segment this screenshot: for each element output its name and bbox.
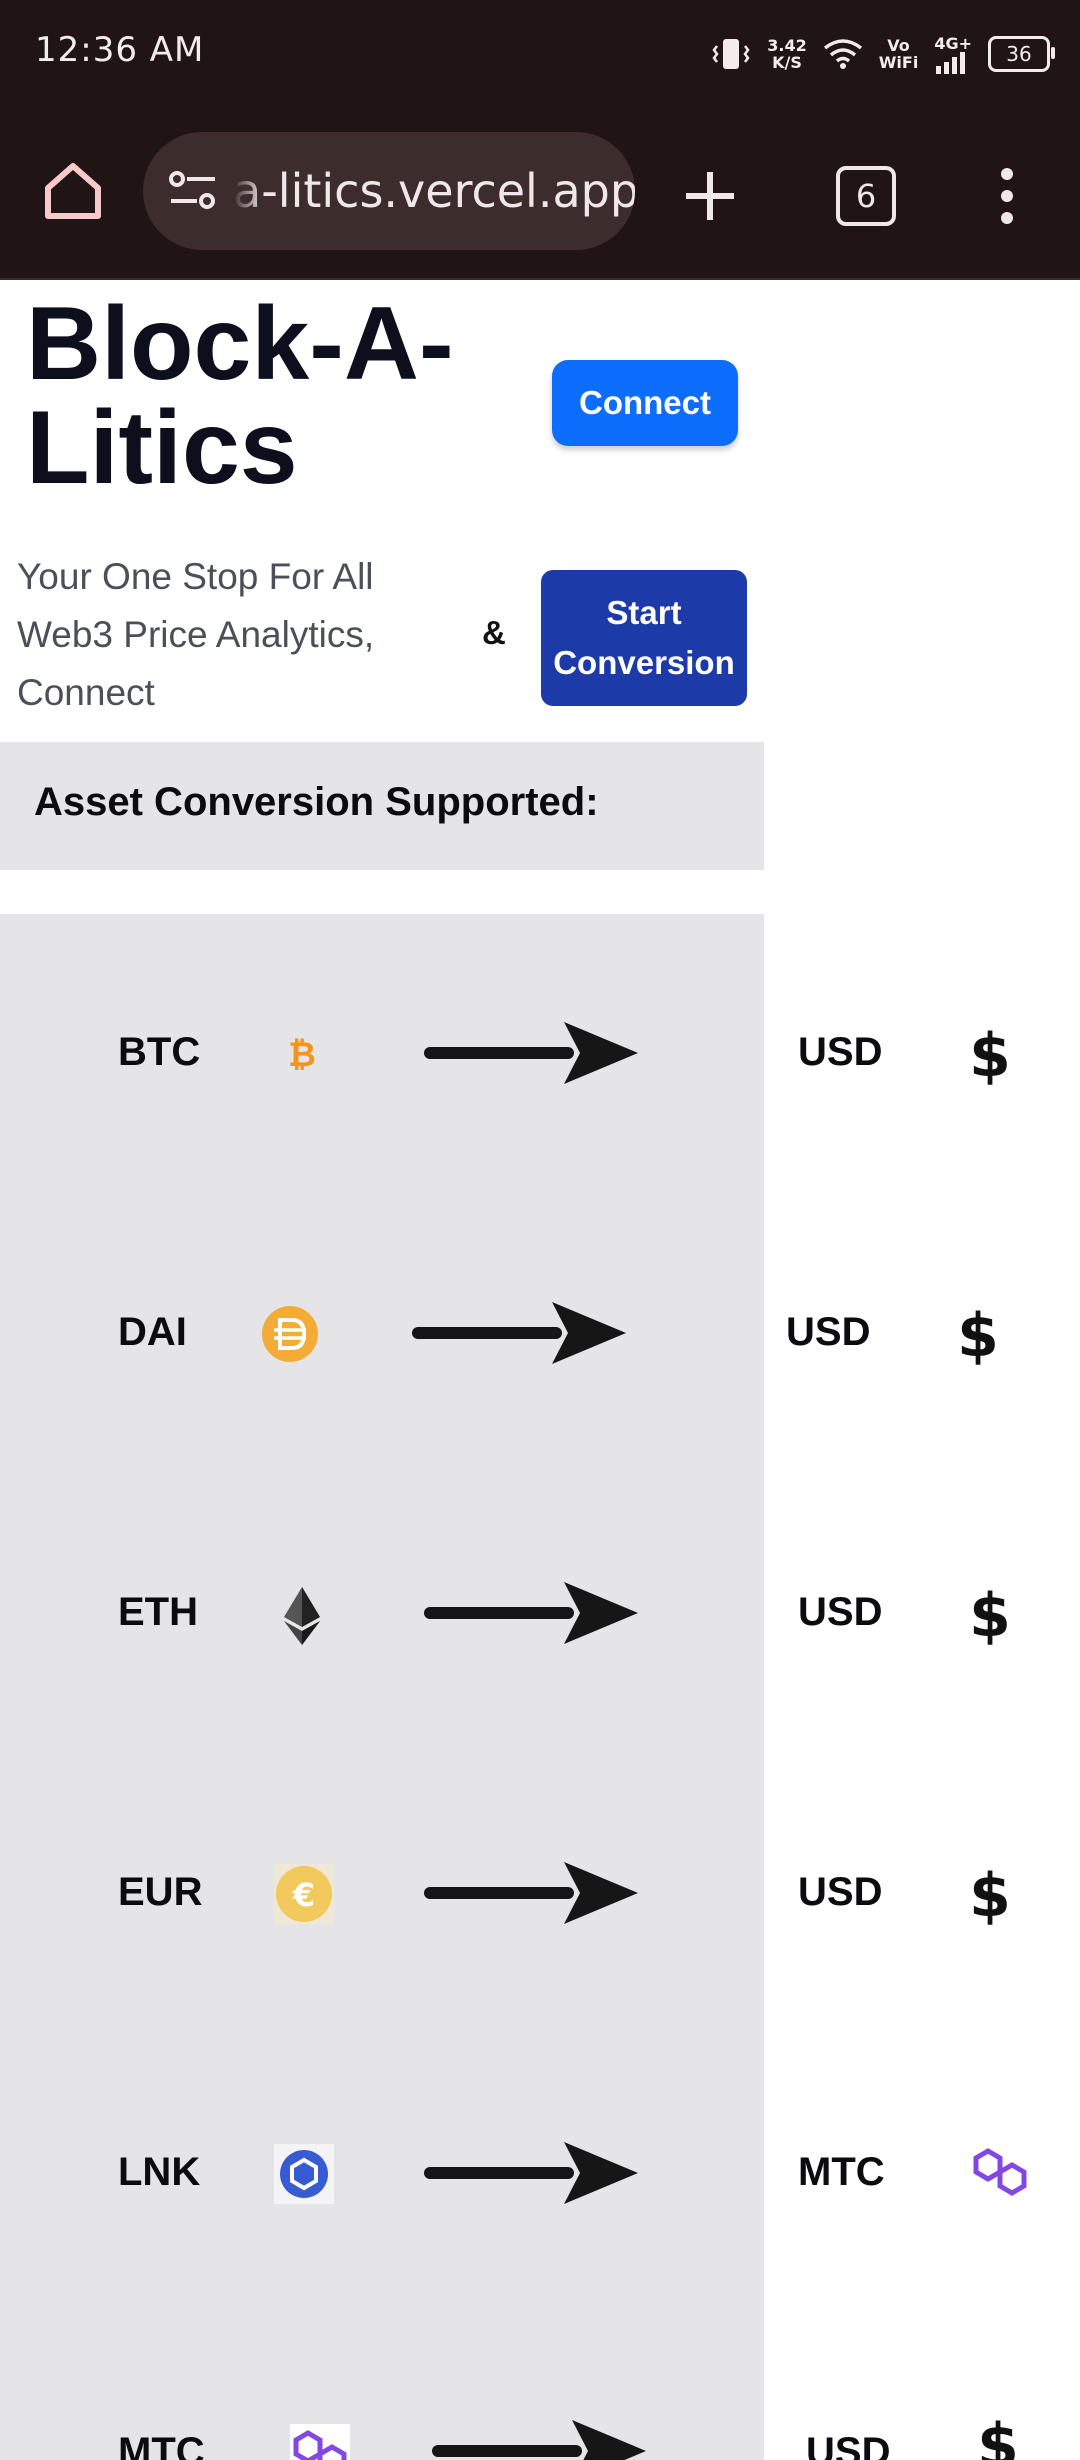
bitcoin-icon: ₿ xyxy=(288,1035,316,1075)
dollar-icon: $ xyxy=(977,2411,1019,2460)
svg-text:€: € xyxy=(292,1876,315,1914)
start-line-1: Start xyxy=(606,594,682,631)
to-symbol: USD xyxy=(806,2430,891,2460)
svg-text:$: $ xyxy=(969,1581,1011,1650)
euro-icon: € xyxy=(274,1864,334,1924)
site-settings-icon[interactable] xyxy=(167,169,219,213)
arrow-right-icon xyxy=(424,1022,638,1084)
network-type: 4G+ xyxy=(934,33,972,53)
start-line-2: Conversion xyxy=(553,644,735,681)
conversion-row[interactable]: EUR € USD $ xyxy=(0,1834,1080,1954)
polygon-icon xyxy=(973,2148,1027,2196)
to-symbol: USD xyxy=(798,1030,883,1074)
dollar-icon: $ xyxy=(957,1301,999,1370)
tab-switcher-button[interactable]: 6 xyxy=(836,166,896,226)
arrow-right-icon xyxy=(424,2142,638,2204)
cell-signal: 4G+ xyxy=(934,35,972,74)
conversion-row[interactable]: MTC USD $ xyxy=(0,2394,1080,2460)
net-speed-value: 3.42 xyxy=(767,36,807,55)
start-conversion-button[interactable]: Start Conversion xyxy=(541,570,747,706)
arrow-right-icon xyxy=(412,1302,626,1364)
battery-level: 36 xyxy=(1006,42,1032,66)
brand-line-2: Litics xyxy=(26,390,298,506)
from-symbol: EUR xyxy=(118,1870,203,1914)
brand-title: Block-A- Litics xyxy=(26,292,454,500)
svg-text:$: $ xyxy=(969,1861,1011,1930)
status-icons: 3.42 K/S Vo WiFi 4G+ 36 xyxy=(711,30,1055,78)
supported-heading: Asset Conversion Supported: xyxy=(34,780,599,824)
signal-icon xyxy=(936,51,966,74)
browser-toolbar: a-litics.vercel.app 6 xyxy=(0,110,1080,280)
supported-heading-band: Asset Conversion Supported: xyxy=(0,742,764,870)
polygon-icon xyxy=(290,2424,350,2460)
conversion-row[interactable]: DAI USD $ xyxy=(0,1274,1080,1394)
conversion-row[interactable]: LNK MTC xyxy=(0,2114,1080,2234)
from-symbol: LNK xyxy=(118,2150,201,2194)
chainlink-icon xyxy=(274,2144,334,2204)
net-speed: 3.42 K/S xyxy=(767,37,806,71)
home-icon[interactable] xyxy=(40,158,106,224)
ethereum-icon xyxy=(284,1587,320,1645)
from-symbol: MTC xyxy=(118,2430,205,2460)
status-bar: 12:36 AM 3.42 K/S Vo WiFi 4G+ 36 xyxy=(0,0,1080,110)
to-symbol: USD xyxy=(798,1590,883,1634)
arrow-right-icon xyxy=(432,2420,646,2460)
new-tab-icon[interactable] xyxy=(680,166,740,226)
conversion-row[interactable]: ETH USD $ xyxy=(0,1554,1080,1674)
from-symbol: BTC xyxy=(118,1030,201,1074)
to-symbol: MTC xyxy=(798,2150,885,2194)
vowifi-top: Vo xyxy=(887,36,910,55)
dollar-icon: $ xyxy=(969,1021,1011,1090)
svg-text:$: $ xyxy=(969,1021,1011,1090)
tagline: Your One Stop For All Web3 Price Analyti… xyxy=(17,556,375,713)
to-symbol: USD xyxy=(786,1310,871,1354)
svg-text:$: $ xyxy=(977,2411,1019,2460)
svg-text:$: $ xyxy=(957,1301,999,1370)
from-symbol: ETH xyxy=(118,1590,198,1634)
connect-button[interactable]: Connect xyxy=(552,360,738,446)
arrow-right-icon xyxy=(424,1582,638,1644)
vowifi-bottom: WiFi xyxy=(878,53,919,72)
address-bar[interactable]: a-litics.vercel.app xyxy=(143,132,635,250)
svg-text:₿: ₿ xyxy=(288,1035,316,1075)
status-time: 12:36 AM xyxy=(35,30,205,70)
to-symbol: USD xyxy=(798,1870,883,1914)
tab-count: 6 xyxy=(855,177,877,215)
brand-line-1: Block-A- xyxy=(26,286,454,402)
url-text[interactable]: a-litics.vercel.app xyxy=(233,164,635,218)
battery-icon: 36 xyxy=(988,36,1055,72)
more-menu-icon[interactable] xyxy=(996,166,1018,226)
vibrate-icon xyxy=(712,39,750,69)
arrow-right-icon xyxy=(424,1862,638,1924)
dollar-icon: $ xyxy=(969,1861,1011,1930)
from-symbol: DAI xyxy=(118,1310,187,1354)
vowifi-indicator: Vo WiFi xyxy=(879,37,919,71)
wifi-icon xyxy=(823,39,862,69)
ampersand: & xyxy=(482,614,506,651)
dai-icon xyxy=(262,1306,318,1362)
net-speed-unit: K/S xyxy=(772,53,802,72)
dollar-icon: $ xyxy=(969,1581,1011,1650)
conversion-row[interactable]: BTC ₿ USD $ xyxy=(0,994,1080,1114)
